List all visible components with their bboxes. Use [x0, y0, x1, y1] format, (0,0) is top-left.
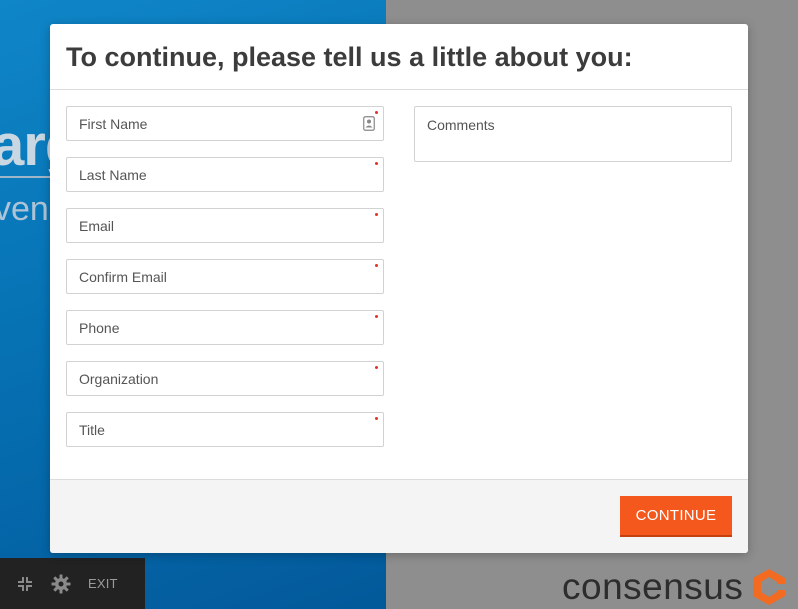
consensus-logo: consensus [562, 566, 789, 608]
email-field[interactable]: Email [66, 208, 384, 243]
title-placeholder: Title [79, 421, 105, 438]
required-indicator [375, 213, 378, 216]
organization-field[interactable]: Organization [66, 361, 384, 396]
modal-body: First Name Last Name Email Confirm Email… [50, 90, 748, 479]
bottom-toolbar: EXIT [0, 558, 145, 609]
gear-icon[interactable] [50, 573, 72, 595]
minimize-icon[interactable] [14, 573, 36, 595]
phone-placeholder: Phone [79, 319, 120, 336]
last-name-placeholder: Last Name [79, 166, 147, 183]
background-subheadline: ven [0, 190, 49, 228]
first-name-placeholder: First Name [79, 115, 148, 132]
comments-placeholder: Comments [427, 117, 495, 133]
exit-button[interactable]: EXIT [88, 576, 118, 591]
registration-modal: To continue, please tell us a little abo… [50, 24, 748, 553]
required-indicator [375, 162, 378, 165]
logo-text: consensus [562, 566, 744, 607]
modal-header: To continue, please tell us a little abo… [50, 24, 748, 90]
title-field[interactable]: Title [66, 412, 384, 447]
phone-field[interactable]: Phone [66, 310, 384, 345]
modal-title: To continue, please tell us a little abo… [66, 42, 633, 72]
required-indicator [375, 315, 378, 318]
confirm-email-placeholder: Confirm Email [79, 268, 167, 285]
confirm-email-field[interactable]: Confirm Email [66, 259, 384, 294]
required-indicator [375, 111, 378, 114]
required-indicator [375, 366, 378, 369]
email-placeholder: Email [79, 217, 115, 234]
required-indicator [375, 417, 378, 420]
required-indicator [375, 264, 378, 267]
modal-footer: CONTINUE [50, 479, 748, 553]
first-name-field[interactable]: First Name [66, 106, 384, 141]
organization-placeholder: Organization [79, 370, 159, 387]
background-divider [0, 176, 52, 178]
logo-mark-icon [753, 569, 786, 605]
contact-card-icon[interactable] [363, 116, 375, 131]
continue-button[interactable]: CONTINUE [620, 496, 732, 537]
last-name-field[interactable]: Last Name [66, 157, 384, 192]
comments-field[interactable]: Comments [414, 106, 732, 162]
